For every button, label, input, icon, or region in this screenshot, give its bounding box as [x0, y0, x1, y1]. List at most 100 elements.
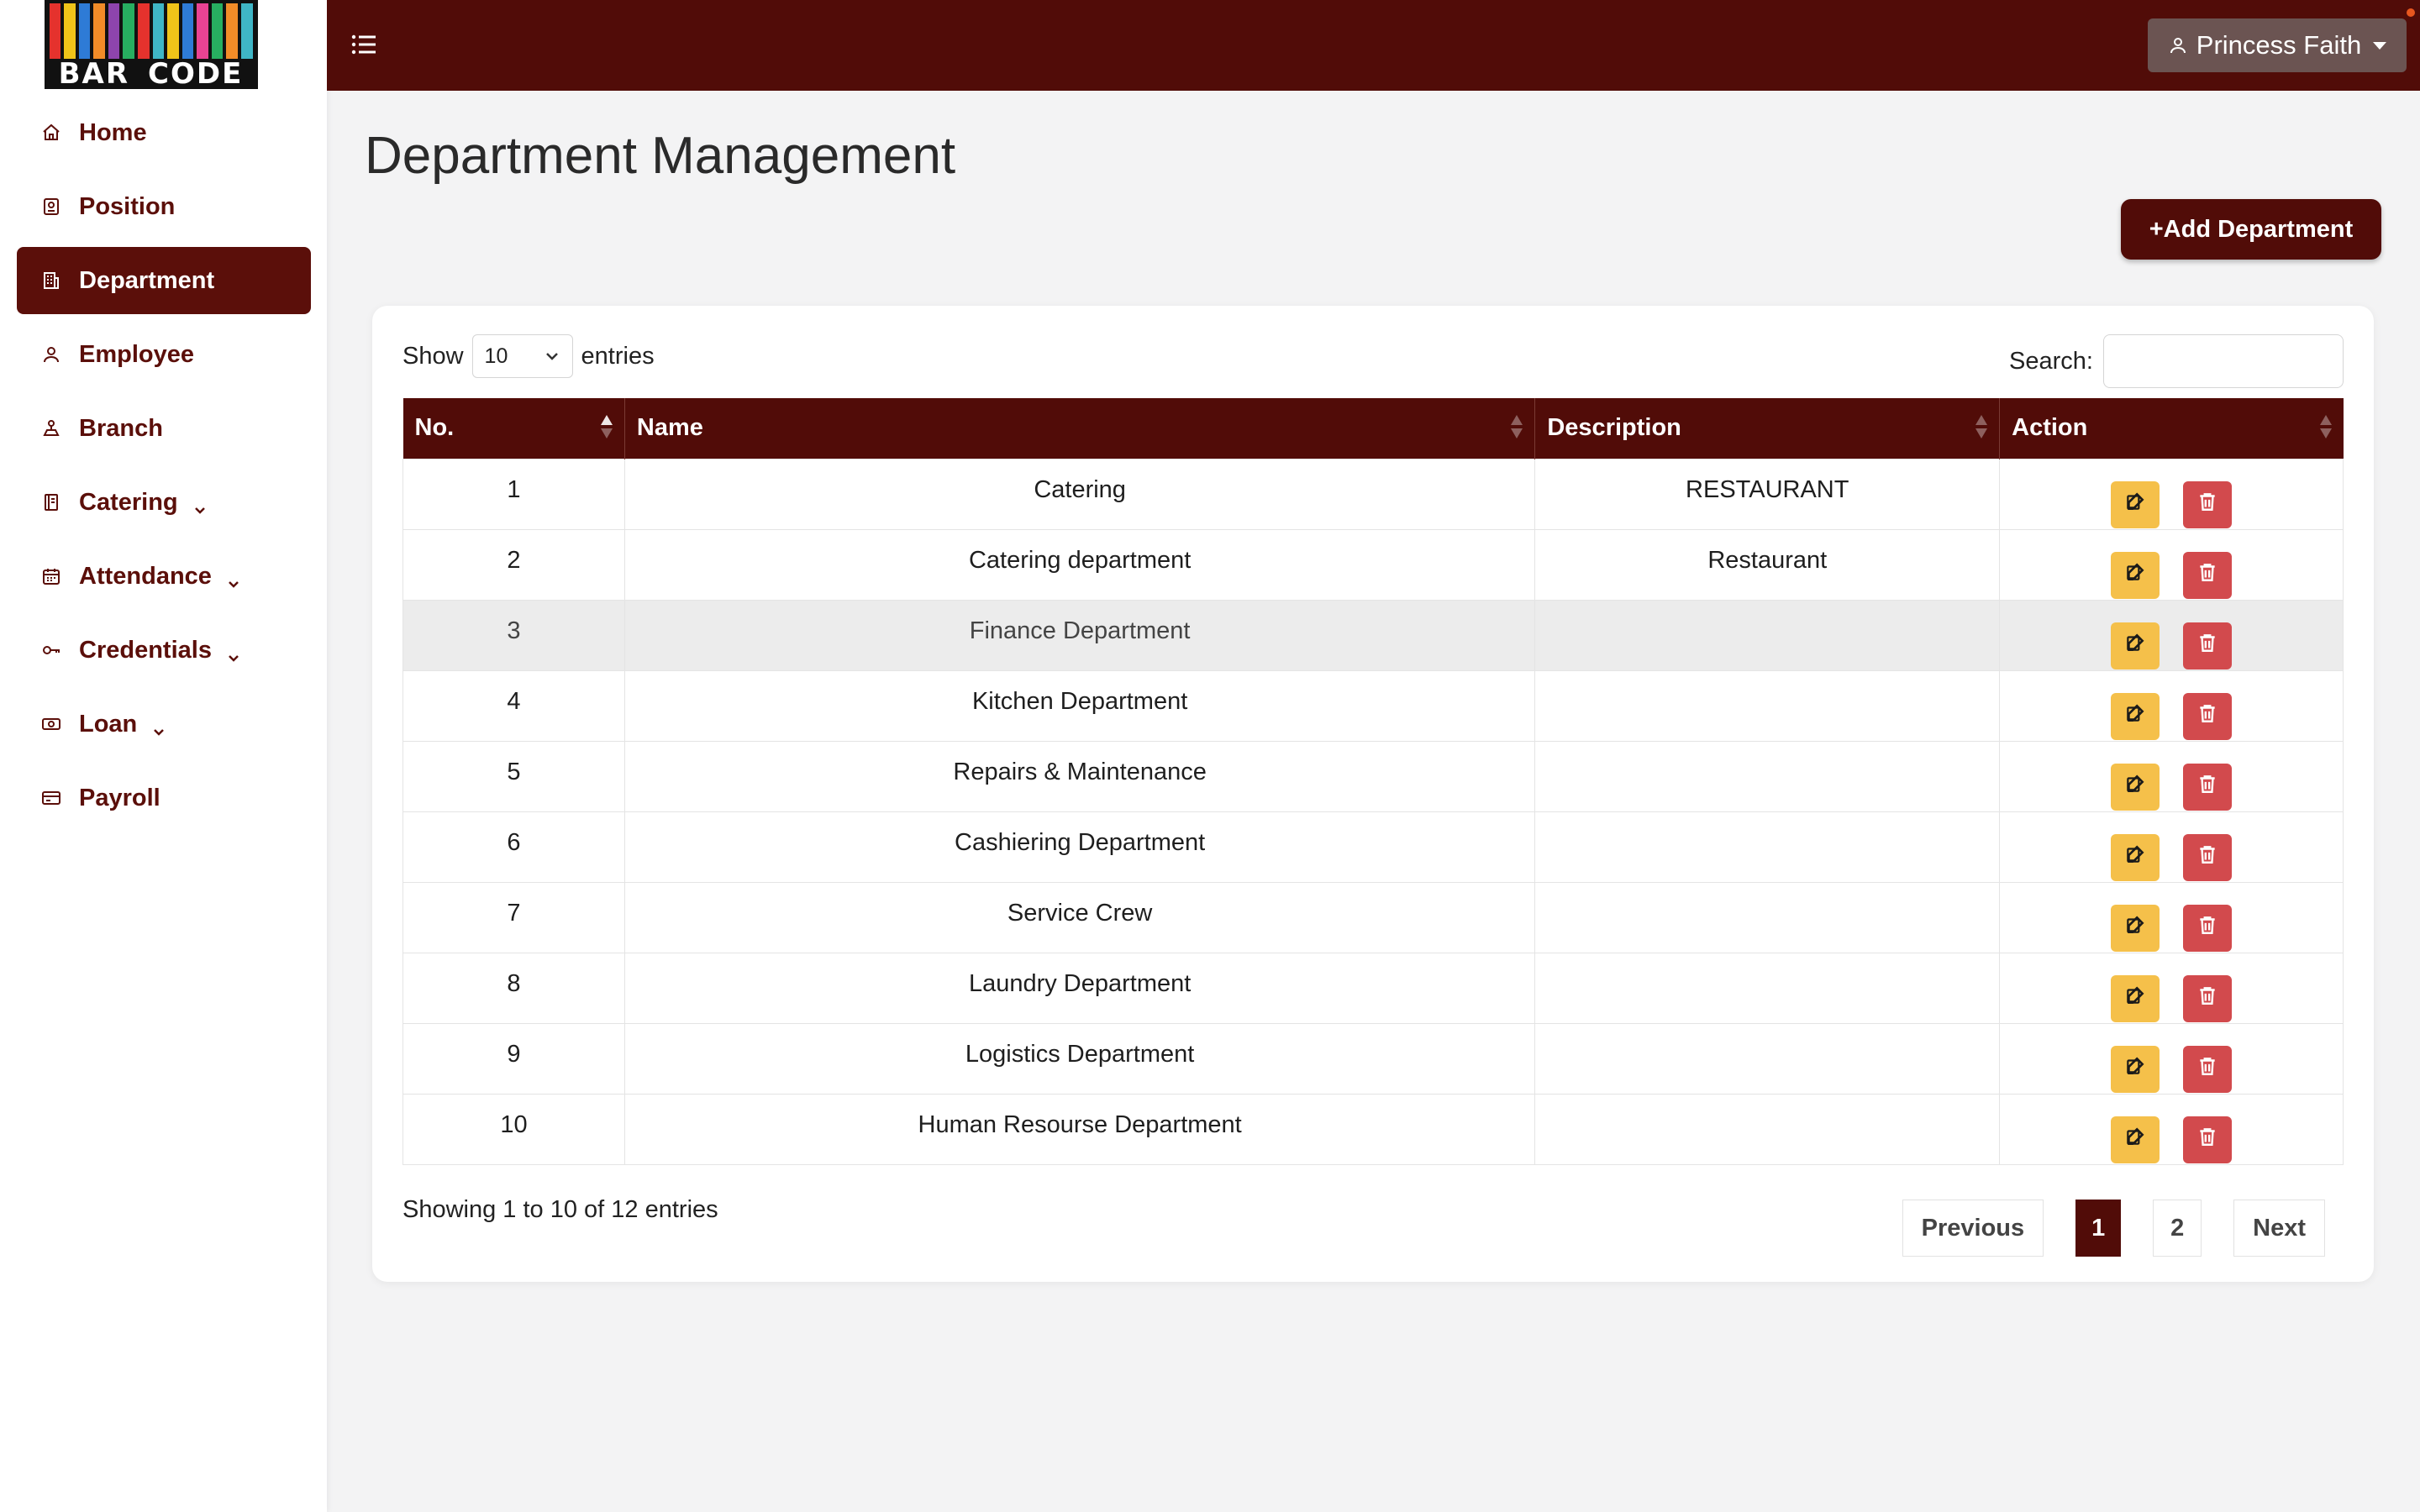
logo-stripes: [49, 3, 253, 59]
table-row: 4 Kitchen Department: [402, 669, 2344, 742]
cell-action: [1999, 811, 2344, 883]
cell-action: [1999, 952, 2344, 1024]
sidebar-item-branch[interactable]: Branch: [17, 395, 311, 462]
sidebar-item-label: Home: [79, 118, 147, 146]
sidebar-item-catering[interactable]: Catering: [17, 469, 311, 536]
page-title: Department Management: [365, 127, 956, 185]
page-length-select[interactable]: 10: [471, 334, 573, 378]
cell-description: [1534, 599, 2001, 671]
table-row: 6 Cashiering Department: [402, 811, 2344, 883]
user-name: Princess Faith: [2196, 30, 2362, 60]
edit-button[interactable]: [2111, 480, 2160, 528]
edit-button[interactable]: [2111, 974, 2160, 1022]
logo-container: BAR CODE: [0, 0, 327, 91]
cell-name: Catering department: [623, 528, 1536, 601]
edit-button[interactable]: [2111, 1045, 2160, 1093]
sidebar-nav: Home Position Department Employee Branch…: [17, 99, 311, 838]
sidebar-item-credentials[interactable]: Credentials: [17, 617, 311, 684]
cell-no: 3: [402, 599, 625, 671]
cell-description: [1534, 881, 2001, 953]
cell-description: Restaurant: [1534, 528, 2001, 601]
delete-button[interactable]: [2183, 1045, 2233, 1093]
cell-description: [1534, 952, 2001, 1024]
cell-no: 4: [402, 669, 625, 742]
sidebar-item-attendance[interactable]: Attendance: [17, 543, 311, 610]
next-page-button[interactable]: Next: [2233, 1200, 2325, 1257]
edit-icon: [2124, 561, 2146, 590]
cell-action: [1999, 458, 2344, 530]
search-input[interactable]: [2103, 334, 2344, 388]
sidebar-item-label: Employee: [79, 340, 194, 368]
barcode-logo[interactable]: BAR CODE: [44, 0, 258, 89]
logo-word-code: CODE: [148, 57, 244, 89]
delete-button[interactable]: [2183, 833, 2233, 881]
edit-icon: [2124, 1126, 2146, 1154]
delete-button[interactable]: [2183, 622, 2233, 669]
trash-icon: [2196, 702, 2218, 731]
edit-icon: [2124, 843, 2146, 872]
delete-button[interactable]: [2183, 974, 2233, 1022]
trash-icon: [2196, 491, 2218, 519]
building-icon: [40, 270, 62, 291]
sort-icon: [600, 415, 613, 442]
chevron-down-icon: [545, 353, 558, 360]
delete-button[interactable]: [2183, 551, 2233, 599]
cell-no: 7: [402, 881, 625, 953]
user-menu-button[interactable]: Princess Faith: [2148, 18, 2407, 72]
edit-button[interactable]: [2111, 763, 2160, 811]
sidebar-item-loan[interactable]: Loan: [17, 690, 311, 758]
delete-button[interactable]: [2183, 692, 2233, 740]
cell-action: [1999, 1022, 2344, 1095]
edit-button[interactable]: [2111, 833, 2160, 881]
cell-name: Logistics Department: [623, 1022, 1536, 1095]
chevron-down-icon: [152, 717, 166, 736]
sidebar-item-home[interactable]: Home: [17, 99, 311, 166]
cell-name: Repairs & Maintenance: [623, 740, 1536, 812]
calendar-icon: [40, 565, 62, 587]
page-button-2[interactable]: 2: [2153, 1200, 2202, 1257]
edit-button[interactable]: [2111, 692, 2160, 740]
table-row: 7 Service Crew: [402, 881, 2344, 953]
chevron-down-icon: [227, 643, 240, 662]
sidebar-item-position[interactable]: Position: [17, 173, 311, 240]
cell-name: Kitchen Department: [623, 669, 1536, 742]
page-button-1[interactable]: 1: [2075, 1200, 2122, 1257]
person-icon: [40, 344, 62, 365]
delete-button[interactable]: [2183, 763, 2233, 811]
edit-button[interactable]: [2111, 904, 2160, 952]
page-length-value: 10: [484, 344, 508, 368]
logo-text: BAR CODE: [44, 57, 258, 89]
column-header-name[interactable]: Name: [624, 398, 1536, 459]
sidebar-item-department[interactable]: Department: [17, 247, 311, 314]
column-header-action[interactable]: Action: [1999, 398, 2344, 459]
sidebar-item-label: Payroll: [79, 784, 160, 811]
edit-button[interactable]: [2111, 1116, 2160, 1163]
card-icon: [40, 787, 62, 809]
show-label: Show: [402, 342, 464, 370]
delete-button[interactable]: [2183, 904, 2233, 952]
sidebar-toggle-icon[interactable]: [350, 32, 377, 57]
edit-button[interactable]: [2111, 622, 2160, 669]
sidebar-item-label: Attendance: [79, 562, 212, 590]
sidebar-item-employee[interactable]: Employee: [17, 321, 311, 388]
cell-action: [1999, 669, 2344, 742]
column-header-description[interactable]: Description: [1534, 398, 2001, 459]
previous-page-button[interactable]: Previous: [1902, 1200, 2044, 1257]
cell-name: Laundry Department: [623, 952, 1536, 1024]
cell-description: RESTAURANT: [1534, 458, 2001, 530]
edit-icon: [2124, 773, 2146, 801]
delete-button[interactable]: [2183, 1116, 2233, 1163]
department-table-card: Show 10 entries Search: No. Name Descrip…: [372, 306, 2374, 1282]
sidebar-item-payroll[interactable]: Payroll: [17, 764, 311, 832]
cell-name: Cashiering Department: [623, 811, 1536, 883]
key-icon: [40, 639, 62, 661]
edit-icon: [2124, 702, 2146, 731]
column-header-no[interactable]: No.: [402, 398, 625, 459]
edit-button[interactable]: [2111, 551, 2160, 599]
trash-icon: [2196, 1055, 2218, 1084]
cell-name: Finance Department: [623, 599, 1536, 671]
table-row: 8 Laundry Department: [402, 952, 2344, 1024]
delete-button[interactable]: [2183, 480, 2233, 528]
table-body: 1 Catering RESTAURANT 2 Catering department R…: [402, 458, 2344, 1165]
add-department-button[interactable]: +Add Department: [2121, 199, 2381, 260]
